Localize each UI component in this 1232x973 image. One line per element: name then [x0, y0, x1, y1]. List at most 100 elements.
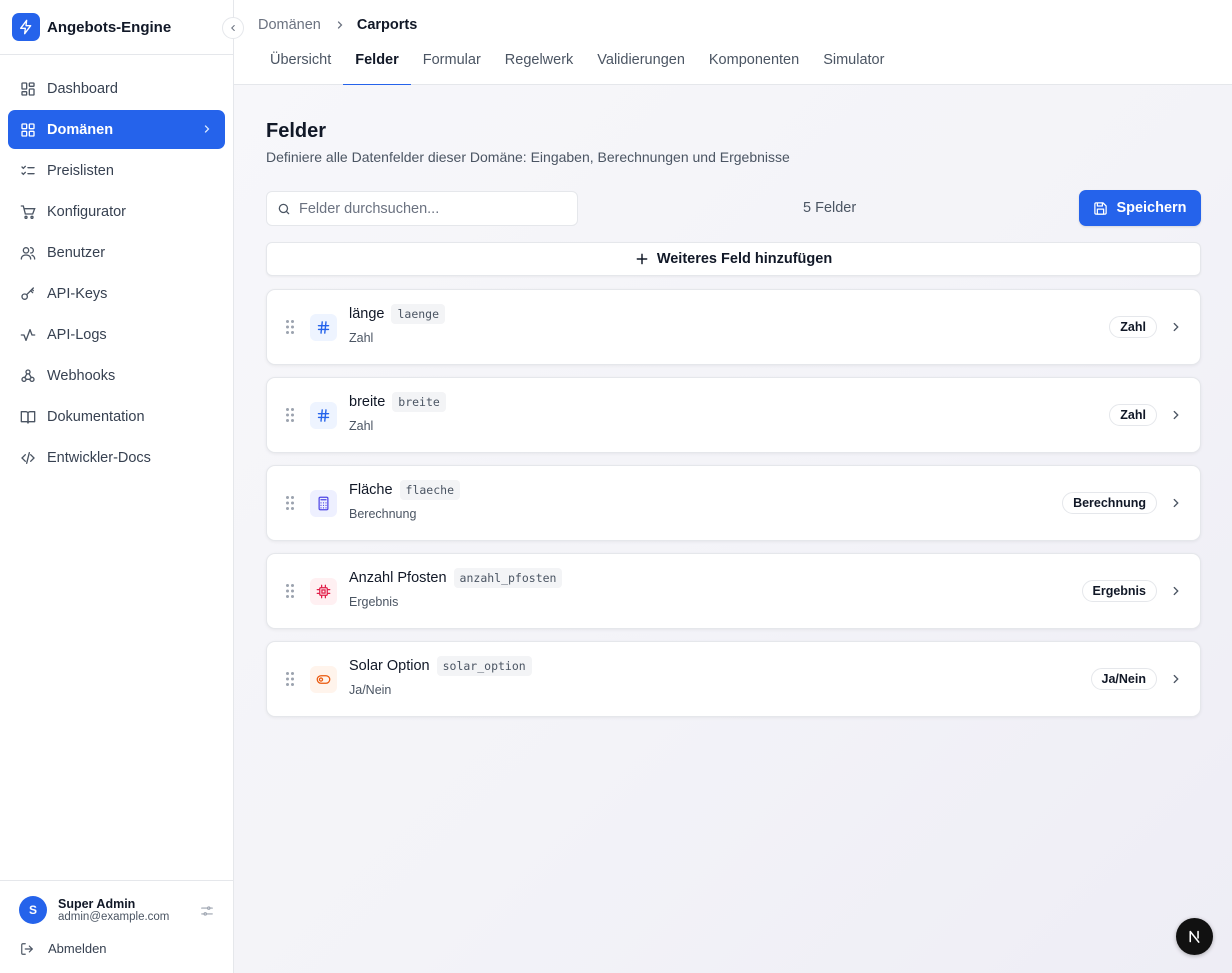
- field-count: 5 Felder: [803, 200, 857, 216]
- search-box: [266, 191, 578, 226]
- sidebar-item-benutzer[interactable]: Benutzer: [8, 233, 225, 272]
- topbar: Domänen Carports Übersicht Felder Formul…: [234, 0, 1232, 86]
- field-name-row: länge laenge: [349, 304, 446, 324]
- tab-regelwerk[interactable]: Regelwerk: [493, 50, 586, 85]
- tab-validierungen[interactable]: Validierungen: [585, 50, 697, 85]
- sidebar-item-label: API-Keys: [47, 285, 108, 302]
- sidebar-collapse-button[interactable]: [222, 17, 244, 39]
- drag-handle-icon[interactable]: [285, 319, 295, 340]
- brand: Angebots-Engine: [0, 0, 244, 55]
- sidebar-item-api-keys[interactable]: API-Keys: [8, 274, 225, 313]
- activity-icon: [20, 327, 36, 343]
- nextjs-logo-icon: [1189, 930, 1200, 943]
- drag-handle-icon[interactable]: [285, 671, 295, 692]
- field-row[interactable]: breite breite Zahl Zahl: [266, 377, 1201, 453]
- sidebar-item-label: Entwickler-Docs: [47, 449, 151, 466]
- field-name-row: Anzahl Pfosten anzahl_pfosten: [349, 568, 563, 588]
- drag-handle-icon[interactable]: [285, 407, 295, 428]
- field-key: flaeche: [399, 480, 460, 500]
- page-title: Felder: [266, 120, 327, 142]
- chevron-right-icon: [201, 123, 213, 139]
- app-title: Angebots-Engine: [47, 18, 172, 36]
- domain-tabs: Übersicht Felder Formular Regelwerk Vali…: [258, 50, 896, 86]
- logout-button[interactable]: Abmelden: [20, 941, 107, 956]
- chevron-right-icon[interactable]: [1169, 672, 1183, 691]
- field-type: Ja/Nein: [349, 683, 392, 697]
- book-icon: [20, 409, 36, 425]
- domains-icon: [20, 122, 36, 138]
- sidebar-item-label: Benutzer: [47, 244, 106, 261]
- save-button[interactable]: Speichern: [1079, 190, 1201, 226]
- field-type-badge: Zahl: [1109, 404, 1157, 426]
- field-type-badge: Zahl: [1109, 316, 1157, 338]
- field-name: breite: [349, 394, 386, 410]
- sidebar-item-domaenen[interactable]: Domänen: [8, 110, 225, 149]
- drag-handle-icon[interactable]: [285, 495, 295, 516]
- field-name: länge: [349, 306, 385, 322]
- webhook-icon: [20, 368, 36, 384]
- breadcrumb-current: Carports: [356, 17, 418, 33]
- sidebar-item-label: Preislisten: [47, 162, 114, 179]
- save-label: Speichern: [1116, 200, 1187, 216]
- sidebar-item-preislisten[interactable]: Preislisten: [8, 151, 225, 190]
- list-check-icon: [20, 163, 36, 179]
- field-row[interactable]: länge laenge Zahl Zahl: [266, 289, 1201, 365]
- field-type-badge: Ergebnis: [1081, 580, 1157, 602]
- avatar: S: [19, 896, 47, 924]
- user-panel: S Super Admin admin@example.com Abmelden: [0, 880, 233, 973]
- breadcrumb: Domänen Carports: [258, 17, 417, 33]
- field-row[interactable]: Anzahl Pfosten anzahl_pfosten Ergebnis E…: [266, 553, 1201, 629]
- zap-icon: [12, 13, 40, 41]
- logout-label: Abmelden: [48, 941, 107, 956]
- plus-icon: [636, 253, 648, 265]
- field-type: Berechnung: [349, 507, 417, 521]
- search-icon: [278, 203, 290, 214]
- chevron-right-icon[interactable]: [1169, 584, 1183, 603]
- field-name: Anzahl Pfosten: [349, 570, 447, 586]
- sidebar-item-entwickler-docs[interactable]: Entwickler-Docs: [8, 438, 225, 477]
- field-name-row: Fläche flaeche: [349, 480, 460, 500]
- sidebar-item-label: Dashboard: [47, 80, 118, 97]
- field-key: anzahl_pfosten: [453, 568, 563, 588]
- sidebar-item-konfigurator[interactable]: Konfigurator: [8, 192, 225, 231]
- user-name: Super Admin: [58, 897, 136, 911]
- tab-simulator[interactable]: Simulator: [811, 50, 896, 85]
- page-subtitle: Definiere alle Datenfelder dieser Domäne…: [266, 149, 790, 165]
- chevron-right-icon[interactable]: [1169, 496, 1183, 515]
- toggle-icon: [310, 666, 337, 693]
- settings-sliders-icon[interactable]: [200, 904, 214, 923]
- tab-felder[interactable]: Felder: [343, 50, 411, 86]
- field-type: Zahl: [349, 419, 374, 433]
- field-key: solar_option: [436, 656, 532, 676]
- sidebar-item-dokumentation[interactable]: Dokumentation: [8, 397, 225, 436]
- sidebar-nav: Dashboard Domänen Preislisten Konfigurat…: [0, 69, 233, 477]
- add-field-button[interactable]: Weiteres Feld hinzufügen: [266, 242, 1201, 276]
- field-row[interactable]: Solar Option solar_option Ja/Nein Ja/Nei…: [266, 641, 1201, 717]
- tab-komponenten[interactable]: Komponenten: [697, 50, 811, 85]
- tab-uebersicht[interactable]: Übersicht: [258, 50, 343, 85]
- save-icon: [1094, 201, 1108, 215]
- chevron-right-icon[interactable]: [1169, 408, 1183, 427]
- sidebar: Angebots-Engine Dashboard Domänen Preisl…: [0, 0, 244, 973]
- main-content: Felder Definiere alle Datenfelder dieser…: [234, 85, 1232, 973]
- drag-handle-icon[interactable]: [285, 583, 295, 604]
- chevron-right-icon[interactable]: [1169, 320, 1183, 339]
- sidebar-item-label: API-Logs: [47, 326, 107, 343]
- dashboard-icon: [20, 81, 36, 97]
- nextjs-devtools-button[interactable]: [1176, 918, 1213, 955]
- field-type: Ergebnis: [349, 595, 399, 609]
- search-input[interactable]: [299, 200, 569, 217]
- logout-icon: [21, 942, 34, 955]
- breadcrumb-parent[interactable]: Domänen: [258, 17, 321, 33]
- sidebar-item-dashboard[interactable]: Dashboard: [8, 69, 225, 108]
- field-type: Zahl: [349, 331, 374, 345]
- sidebar-item-label: Konfigurator: [47, 203, 126, 220]
- field-name: Solar Option: [349, 658, 430, 674]
- sidebar-item-webhooks[interactable]: Webhooks: [8, 356, 225, 395]
- tab-formular[interactable]: Formular: [411, 50, 493, 85]
- sidebar-item-label: Dokumentation: [47, 408, 145, 425]
- field-row[interactable]: Fläche flaeche Berechnung Berechnung: [266, 465, 1201, 541]
- code-icon: [20, 450, 36, 466]
- sidebar-item-api-logs[interactable]: API-Logs: [8, 315, 225, 354]
- chevron-left-icon: [231, 24, 235, 32]
